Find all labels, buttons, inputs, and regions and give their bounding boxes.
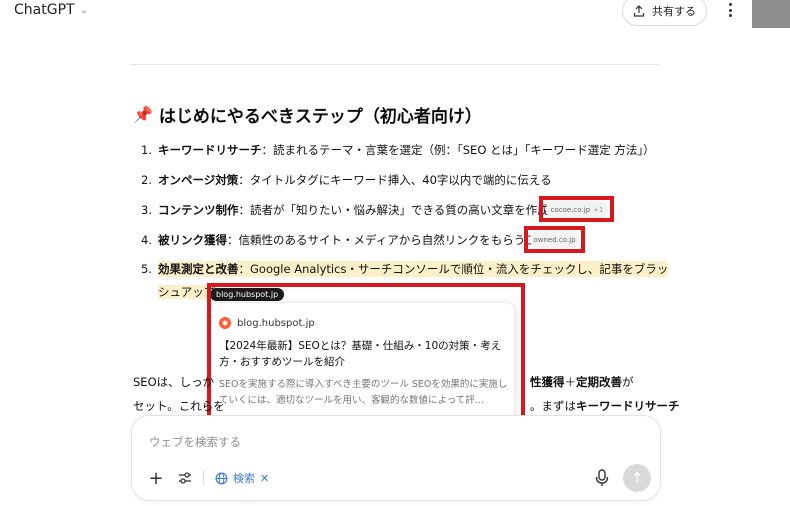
paragraph-text: SEOは、しっか: [133, 375, 215, 389]
step-text: ：読まれるテーマ・言葉を選定（例：「SEO とは」「キーワード選定 方法」）: [261, 143, 655, 157]
search-chip-label: 検索: [233, 472, 255, 485]
composer-input[interactable]: ウェブを検索する: [149, 434, 241, 450]
paragraph-line: SEOは、しっか: [133, 374, 214, 390]
search-toggle[interactable]: 検索 ✕: [215, 468, 269, 488]
step-text: ：信頼性のあるサイト・メディアから自然リンクをもらう工夫: [227, 233, 549, 247]
step-number: 5.: [141, 262, 152, 276]
paragraph-bold: 定期改善: [576, 375, 622, 389]
step-title: コンテンツ制作: [158, 203, 239, 217]
step-text: ：Google Analytics・サーチコンソールで順位・流入をチェックし、記…: [238, 262, 669, 276]
send-button[interactable]: ↑: [623, 464, 651, 492]
paragraph-text: ＋: [564, 375, 577, 389]
step-title: 効果測定と改善: [158, 262, 239, 276]
step-number: 3.: [141, 203, 152, 217]
step-text: ：タイトルタグにキーワード挿入、40字以内で端的に伝える: [238, 173, 552, 187]
chevron-down-icon: ⌄: [79, 4, 88, 16]
share-button[interactable]: 共有する: [622, 0, 707, 26]
annotation-box: [207, 283, 525, 428]
plus-icon[interactable]: +: [146, 468, 166, 489]
step-title: キーワードリサーチ: [158, 143, 262, 157]
more-options-icon[interactable]: [722, 0, 738, 22]
step-text: ：読者が「知りたい・悩み解決」できる質の高い文章を作成: [238, 203, 549, 217]
paragraph-line: セット。これらを: [133, 398, 225, 414]
model-selector[interactable]: ChatGPT ⌄: [14, 2, 88, 18]
annotation-box: [539, 196, 614, 222]
app-title: ChatGPT: [14, 2, 75, 18]
divider: [203, 470, 204, 486]
paragraph-text: が: [622, 375, 634, 389]
paragraph-bold: 性獲得: [530, 375, 565, 389]
step-number: 1.: [141, 143, 152, 157]
paragraph-line: 。まずはキーワードリサーチ: [530, 398, 680, 414]
share-label: 共有する: [652, 5, 696, 18]
share-icon: [633, 5, 645, 17]
pushpin-icon: 📌: [133, 105, 153, 124]
paragraph-line: 性獲得＋定期改善が: [530, 374, 634, 390]
paragraph-text: 。まずは: [530, 399, 576, 413]
message-composer[interactable]: ウェブを検索する + 検索 ✕ ↑: [131, 415, 661, 501]
globe-icon: [215, 472, 228, 484]
close-icon[interactable]: ✕: [260, 472, 269, 485]
section-heading: 📌 はじめにやるべきステップ（初心者向け）: [133, 102, 482, 127]
step-title: オンページ対策: [158, 173, 239, 187]
top-bar: ChatGPT ⌄ 共有する: [0, 0, 752, 32]
step-title: 被リンク獲得: [158, 233, 227, 247]
heading-text: はじめにやるべきステップ（初心者向け）: [158, 107, 482, 127]
tools-icon[interactable]: [176, 469, 194, 487]
paragraph-text: セット。これらを: [133, 399, 225, 413]
side-panel-edge: [752, 0, 790, 28]
step-number: 2.: [141, 173, 152, 187]
paragraph-bold: キーワードリサーチ: [576, 399, 680, 413]
step-number: 4.: [141, 233, 152, 247]
arrow-up-icon: ↑: [630, 469, 644, 487]
annotation-box: [524, 226, 585, 253]
microphone-icon[interactable]: [594, 468, 610, 488]
divider: [130, 64, 660, 65]
